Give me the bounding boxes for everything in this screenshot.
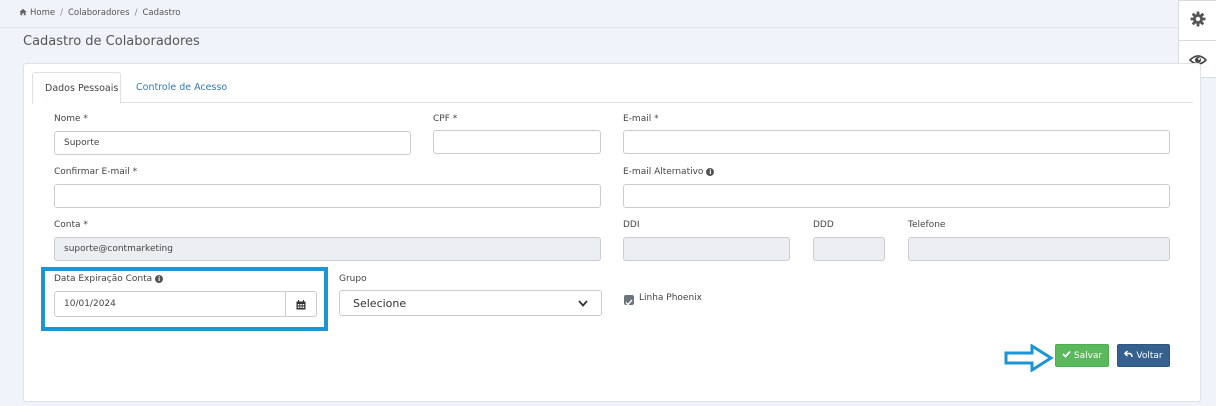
breadcrumb-separator: / xyxy=(134,8,138,18)
linha-phoenix-checkbox[interactable] xyxy=(624,295,634,306)
tab-controle-de-acesso[interactable]: Controle de Acesso xyxy=(124,72,239,103)
confirm-email-label: Confirmar E-mail * xyxy=(54,167,137,177)
alt-email-label: E-mail Alternativo i xyxy=(623,167,715,177)
nome-value: Suporte xyxy=(64,138,100,148)
nome-input[interactable]: Suporte xyxy=(54,131,411,155)
alt-email-input[interactable] xyxy=(623,184,1170,208)
settings-button[interactable] xyxy=(1179,1,1216,40)
email-input[interactable] xyxy=(623,130,1170,154)
chevron-down-icon xyxy=(578,297,588,310)
header-divider xyxy=(0,27,1178,28)
cpf-label-text: CPF * xyxy=(433,114,458,124)
page-title: Cadastro de Colaboradores xyxy=(23,34,200,49)
alt-email-label-text: E-mail Alternativo xyxy=(623,167,704,177)
telefone-input xyxy=(908,237,1170,261)
conta-value: suporte@contmarketing xyxy=(64,244,173,254)
cpf-label: CPF * xyxy=(433,114,457,124)
back-button[interactable]: Voltar xyxy=(1117,344,1170,367)
ddi-input xyxy=(623,237,790,261)
check-icon xyxy=(1062,350,1071,361)
reply-arrow-icon xyxy=(1124,350,1134,361)
arrow-right-icon xyxy=(1004,343,1054,376)
conta-input: suporte@contmarketing xyxy=(54,237,601,261)
nome-label-text: Nome * xyxy=(54,114,88,124)
conta-label-text: Conta * xyxy=(54,220,88,230)
ddd-input xyxy=(813,237,885,261)
page: Home / Colaboradores / Cadastro Cadastro… xyxy=(0,0,1216,406)
breadcrumb-colaboradores[interactable]: Colaboradores xyxy=(68,8,130,18)
info-icon[interactable]: i xyxy=(706,168,715,176)
email-label: E-mail * xyxy=(623,114,659,124)
email-label-text: E-mail * xyxy=(623,114,659,124)
breadcrumb-home[interactable]: Home xyxy=(30,8,55,18)
nome-label: Nome * xyxy=(54,114,88,124)
confirm-email-label-text: Confirmar E-mail * xyxy=(54,167,138,177)
cpf-input[interactable] xyxy=(433,130,601,154)
home-icon[interactable] xyxy=(19,8,27,18)
telefone-label-text: Telefone xyxy=(908,220,946,230)
breadcrumb-separator: / xyxy=(60,8,63,18)
tab-dados-pessoais[interactable]: Dados Pessoais xyxy=(32,72,121,104)
breadcrumb-cadastro: Cadastro xyxy=(142,8,181,18)
breadcrumb: Home / Colaboradores / Cadastro xyxy=(19,8,180,18)
back-button-label: Voltar xyxy=(1136,350,1163,361)
grupo-label-text: Grupo xyxy=(339,274,367,284)
highlight-annotation xyxy=(41,267,328,331)
save-button-label: Salvar xyxy=(1073,350,1103,361)
grupo-select[interactable]: Selecione xyxy=(339,290,602,316)
grupo-label: Grupo xyxy=(339,274,367,284)
grupo-selected-value: Selecione xyxy=(353,296,407,310)
save-button[interactable]: Salvar xyxy=(1055,344,1109,367)
conta-label: Conta * xyxy=(54,220,88,230)
ddd-label: DDD xyxy=(813,220,834,230)
ddi-label: DDI xyxy=(623,220,640,230)
ddi-label-text: DDI xyxy=(623,220,640,230)
telefone-label: Telefone xyxy=(908,220,945,230)
linha-phoenix-label[interactable]: Linha Phoenix xyxy=(639,293,702,303)
confirm-email-input[interactable] xyxy=(54,184,601,208)
checkmark-icon xyxy=(625,291,633,310)
ddd-label-text: DDD xyxy=(813,220,834,230)
gear-icon xyxy=(1190,11,1206,31)
tab-bar: Dados Pessoais Controle de Acesso xyxy=(32,72,1193,104)
